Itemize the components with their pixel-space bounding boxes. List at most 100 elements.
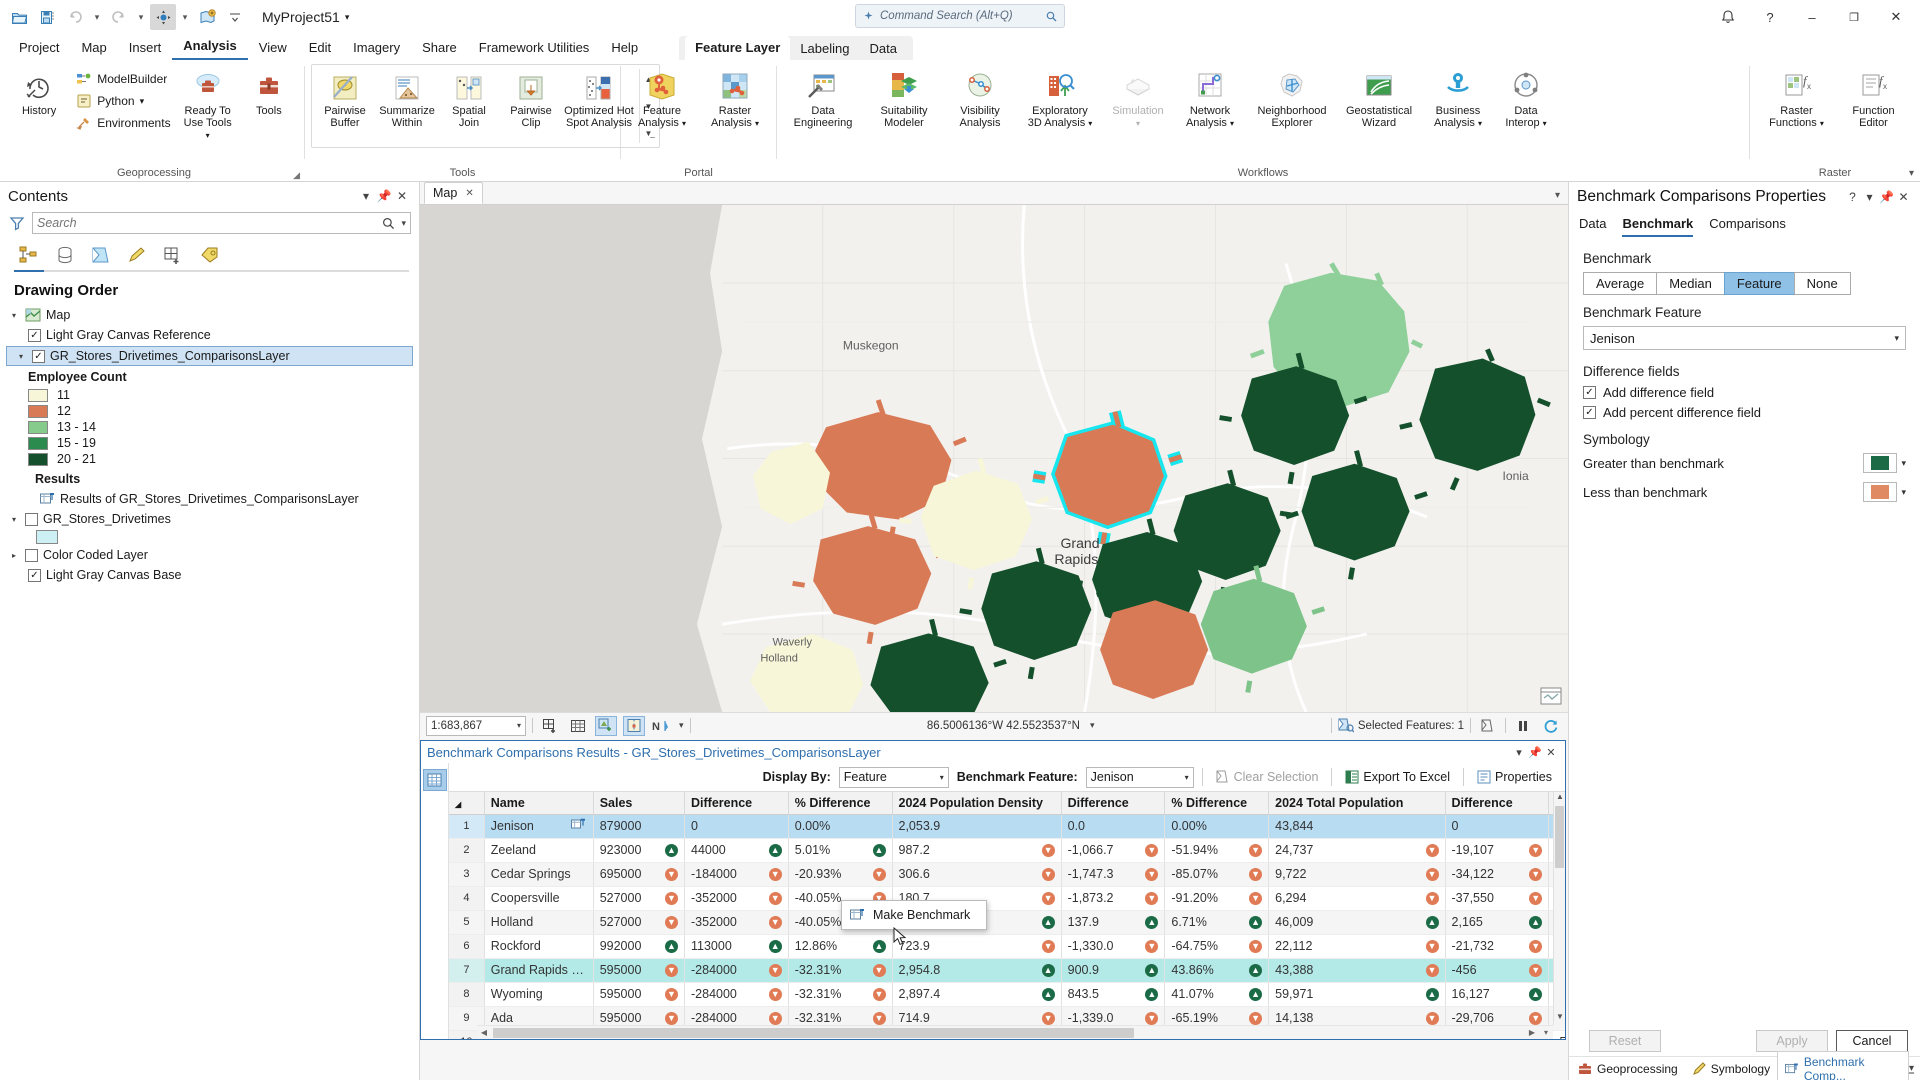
table-cell[interactable]: 879000 — [593, 814, 684, 838]
tab-feature-layer[interactable]: Feature Layer — [685, 36, 790, 60]
table-cell[interactable]: -91.20%▼ — [1165, 886, 1269, 910]
properties-menu-icon[interactable]: ▾ — [1861, 190, 1878, 204]
table-cell[interactable]: Coopersville — [484, 886, 593, 910]
results-table-wrapper[interactable]: ◢NameSalesDifference% Difference2024 Pop… — [449, 791, 1565, 1039]
map-expander-icon[interactable]: ▾ — [8, 311, 20, 320]
greater-than-benchmark-color-button[interactable] — [1863, 453, 1897, 473]
table-row[interactable]: 6Rockford992000▲113000▲12.86%▲723.9▼-1,3… — [449, 934, 1565, 958]
explore-tool-icon[interactable] — [150, 4, 176, 30]
table-row[interactable]: 2Zeeland923000▲44000▲5.01%▲987.2▼-1,066.… — [449, 838, 1565, 862]
layer-checkbox[interactable]: ✓ — [32, 350, 45, 363]
table-row[interactable]: 8Wyoming595000▼-284000▼-32.31%▼2,897.4▲8… — [449, 982, 1565, 1006]
notifications-icon[interactable] — [1708, 1, 1748, 33]
table-cell[interactable]: 0.0 — [1061, 814, 1165, 838]
python-caret-icon[interactable]: ▾ — [140, 96, 145, 107]
table-header-name[interactable]: Name — [484, 792, 593, 814]
table-cell[interactable]: 0 — [685, 814, 789, 838]
help-icon[interactable]: ? — [1750, 1, 1790, 33]
bottom-tab-geoprocessing[interactable]: Geoprocessing — [1571, 1059, 1685, 1079]
contents-search-caret-icon[interactable]: ▾ — [401, 218, 406, 229]
toc-layer-gr-stores-drivetimes-comparisonslayer[interactable]: ▾ ✓ GR_Stores_Drivetimes_ComparisonsLaye… — [6, 346, 413, 366]
tab-framework-utilities[interactable]: Framework Utilities — [468, 37, 601, 60]
view-tab-map[interactable]: Map ✕ — [424, 182, 483, 204]
restore-button[interactable]: ❐ — [1834, 1, 1874, 33]
row-index[interactable]: 1 — [449, 814, 484, 838]
close-button[interactable]: ✕ — [1876, 1, 1916, 33]
add-percent-difference-field-checkbox[interactable]: ✓ — [1583, 406, 1596, 419]
cancel-button[interactable]: Cancel — [1836, 1030, 1908, 1052]
save-project-icon[interactable] — [34, 4, 60, 30]
table-cell[interactable]: -20.93%▼ — [788, 862, 892, 886]
selection-tool-icon[interactable] — [595, 716, 617, 736]
table-row[interactable]: 1Jenison87900000.00%2,053.90.00.00%43,84… — [449, 814, 1565, 838]
layer-expander-icon[interactable]: ▾ — [15, 352, 27, 361]
new-map-icon[interactable] — [194, 4, 220, 30]
tab-edit[interactable]: Edit — [298, 37, 342, 60]
function-editor-button[interactable]: fx FunctionEditor — [1837, 65, 1911, 133]
table-cell[interactable]: 0.00% — [788, 814, 892, 838]
summarize-within-button[interactable]: SummarizeWithin — [376, 69, 438, 133]
layer-checkbox[interactable] — [25, 549, 38, 562]
table-cell[interactable]: 46,009▲ — [1269, 910, 1445, 934]
chevron-down-icon[interactable]: ▾ — [932, 773, 944, 782]
layer-checkbox[interactable]: ✓ — [28, 329, 41, 342]
map-canvas[interactable]: Muskegon Grand Rapids Ionia Waverly Holl… — [420, 205, 1568, 712]
python-button[interactable]: Python ▾ — [71, 91, 175, 111]
layer-expander-icon[interactable]: ▸ — [8, 551, 20, 560]
scroll-down-icon[interactable]: ▼ — [1554, 1012, 1565, 1025]
results-panel-pin-icon[interactable]: 📌 — [1527, 746, 1543, 759]
table-cell[interactable]: 43,844 — [1269, 814, 1445, 838]
explore-dropdown-caret[interactable]: ▾ — [178, 4, 192, 30]
tab-benchmark[interactable]: Benchmark — [1622, 216, 1693, 237]
chevron-down-icon[interactable]: ▾ — [1894, 333, 1899, 344]
raster-functions-button[interactable]: fx RasterFunctions ▾ — [1760, 65, 1834, 134]
table-cell[interactable]: 43.86%▲ — [1165, 958, 1269, 982]
table-header-index[interactable]: ◢ — [449, 792, 484, 814]
toc-layer-gr-stores-drivetimes[interactable]: ▾ GR_Stores_Drivetimes — [0, 509, 419, 529]
edit-vertices-icon[interactable] — [623, 716, 645, 736]
table-cell[interactable]: -51.94%▼ — [1165, 838, 1269, 862]
export-to-excel-button[interactable]: Export To Excel — [1340, 768, 1455, 786]
table-cell[interactable]: 41.07%▲ — [1165, 982, 1269, 1006]
table-cell[interactable]: 43,388▼ — [1269, 958, 1445, 982]
table-row[interactable]: 4Coopersville527000▼-352000▼-40.05%▼180.… — [449, 886, 1565, 910]
tab-data[interactable]: Data — [1579, 216, 1606, 237]
table-cell[interactable]: -184000▼ — [685, 862, 789, 886]
tab-data[interactable]: Data — [859, 39, 906, 60]
history-button[interactable]: History — [10, 65, 68, 121]
ribbon-collapse-icon[interactable]: ▾ — [1909, 168, 1914, 179]
table-header-difference[interactable]: % Difference — [1165, 792, 1269, 814]
project-dropdown-caret[interactable]: ▾ — [345, 12, 350, 23]
data-interop-button[interactable]: DataInterop ▾ — [1496, 65, 1556, 134]
geostatistical-wizard-button[interactable]: GeostatisticalWizard — [1338, 65, 1420, 133]
table-cell[interactable]: Grand Rapids NE — [484, 958, 593, 982]
table-cell[interactable]: 6,294▼ — [1269, 886, 1445, 910]
properties-button[interactable]: Properties — [1472, 768, 1557, 786]
tab-insert[interactable]: Insert — [118, 37, 173, 60]
table-cell[interactable]: 12.86%▲ — [788, 934, 892, 958]
toc-layer-color-coded-layer[interactable]: ▸ Color Coded Layer — [0, 545, 419, 565]
table-cell[interactable]: 5.01%▲ — [788, 838, 892, 862]
add-percent-difference-field-row[interactable]: ✓ Add percent difference field — [1583, 405, 1906, 420]
table-cell[interactable]: 923000▲ — [593, 838, 684, 862]
undo-dropdown-caret[interactable]: ▾ — [90, 4, 104, 30]
north-arrow-icon[interactable]: N — [651, 716, 673, 736]
table-cell[interactable]: 527000▼ — [593, 886, 684, 910]
table-cell[interactable]: -1,330.0▼ — [1061, 934, 1165, 958]
pairwise-buffer-button[interactable]: PairwiseBuffer — [314, 69, 376, 133]
list-by-selection-icon[interactable] — [86, 242, 116, 268]
table-cell[interactable]: 137.9▲ — [1061, 910, 1165, 934]
table-header-2024-population-density[interactable]: 2024 Population Density — [892, 792, 1061, 814]
minimize-button[interactable]: – — [1792, 1, 1832, 33]
table-cell[interactable]: -352000▼ — [685, 910, 789, 934]
table-header-difference[interactable]: Difference — [1445, 792, 1549, 814]
table-cell[interactable]: 22,112▼ — [1269, 934, 1445, 958]
table-cell[interactable]: 2,165▲ — [1445, 910, 1549, 934]
tab-view[interactable]: View — [248, 37, 298, 60]
table-cell[interactable]: -352000▼ — [685, 886, 789, 910]
table-cell[interactable]: 44000▲ — [685, 838, 789, 862]
suitability-modeler-button[interactable]: SuitabilityModeler — [866, 65, 942, 133]
table-cell[interactable]: 0.00% — [1165, 814, 1269, 838]
pause-drawing-icon[interactable] — [1512, 716, 1534, 736]
apply-button[interactable]: Apply — [1756, 1030, 1828, 1052]
